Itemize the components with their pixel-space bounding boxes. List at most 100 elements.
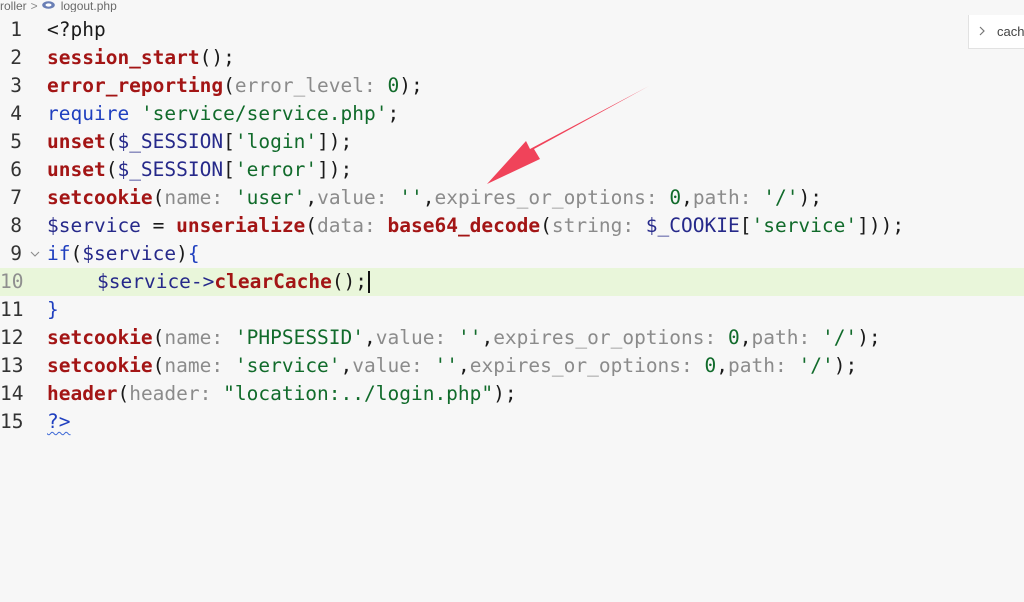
number-literal: 0 bbox=[669, 186, 682, 209]
string-literal: 'service/service.php' bbox=[140, 102, 388, 125]
punctuation: [ bbox=[739, 214, 752, 237]
parameter-hint: value: bbox=[352, 354, 435, 377]
number-literal: 0 bbox=[387, 74, 400, 97]
code-line[interactable]: 6 unset($_SESSION['error']); bbox=[0, 156, 1024, 184]
php-open-tag: <?php bbox=[47, 18, 106, 41]
code-text: unset($_SESSION['login']); bbox=[47, 128, 352, 156]
code-text: setcookie(name: 'user',value: '',expires… bbox=[47, 184, 822, 212]
string-literal: 'PHPSESSID' bbox=[234, 326, 365, 349]
code-line[interactable]: 3 error_reporting(error_level: 0); bbox=[0, 72, 1024, 100]
line-number: 5 bbox=[10, 130, 22, 153]
code-text: error_reporting(error_level: 0); bbox=[47, 72, 423, 100]
variable: $service bbox=[82, 242, 177, 265]
fold-arrow-icon[interactable] bbox=[29, 240, 41, 268]
line-number: 8 bbox=[10, 214, 22, 237]
punctuation: ); bbox=[798, 186, 822, 209]
parameter-hint: path: bbox=[751, 326, 822, 349]
function-name: session_start bbox=[47, 46, 200, 69]
line-number: 7 bbox=[10, 186, 22, 209]
punctuation: ( bbox=[152, 326, 165, 349]
punctuation: ( bbox=[223, 74, 235, 97]
code-line[interactable]: 12 setcookie(name: 'PHPSESSID',value: ''… bbox=[0, 324, 1024, 352]
line-number: 10 bbox=[0, 270, 24, 293]
function-name: setcookie bbox=[47, 186, 153, 209]
punctuation: ( bbox=[540, 214, 552, 237]
string-literal: '/' bbox=[821, 326, 858, 349]
string-literal: '/' bbox=[763, 186, 799, 209]
line-number: 12 bbox=[0, 326, 24, 349]
parameter-hint: header: bbox=[129, 382, 224, 405]
code-line[interactable]: 13 setcookie(name: 'service',value: '',e… bbox=[0, 352, 1024, 380]
parameter-hint: value: bbox=[317, 186, 400, 209]
code-text: require 'service/service.php'; bbox=[47, 100, 399, 128]
punctuation: ( bbox=[305, 214, 318, 237]
function-name: header bbox=[47, 382, 118, 405]
punctuation: ; bbox=[387, 102, 400, 125]
string-literal: '' bbox=[434, 354, 458, 377]
code-line[interactable]: 2 session_start(); bbox=[0, 44, 1024, 72]
string-literal: "location:../login.php" bbox=[223, 382, 494, 405]
string-literal: '' bbox=[399, 186, 423, 209]
code-text: setcookie(name: 'PHPSESSID',value: '',ex… bbox=[47, 324, 881, 352]
code-text: setcookie(name: 'service',value: '',expi… bbox=[47, 352, 857, 380]
variable: $_COOKIE bbox=[645, 214, 740, 237]
operator: -> bbox=[190, 270, 215, 293]
punctuation: , bbox=[364, 326, 376, 349]
punctuation: ( bbox=[152, 354, 165, 377]
code-line[interactable]: 15 ?> bbox=[0, 408, 1024, 436]
parameter-hint: data: bbox=[317, 214, 388, 237]
variable: $service bbox=[97, 270, 191, 293]
line-number: 9 bbox=[10, 242, 22, 265]
parameter-hint: name: bbox=[164, 186, 235, 209]
variable: $_SESSION bbox=[117, 158, 224, 181]
parameter-hint: expires_or_options: bbox=[469, 354, 705, 377]
variable: $service bbox=[47, 214, 141, 237]
punctuation: ) bbox=[176, 242, 188, 265]
code-line-current[interactable]: 10 $service->clearCache(); bbox=[0, 268, 1024, 296]
parameter-hint: path: bbox=[692, 186, 764, 209]
punctuation: , bbox=[739, 326, 752, 349]
breadcrumb-file[interactable]: logout.php bbox=[61, 0, 117, 12]
punctuation: , bbox=[422, 186, 435, 209]
number-literal: 0 bbox=[704, 354, 717, 377]
code-editor[interactable]: 1 <?php 2 session_start(); 3 error_repor… bbox=[0, 16, 1024, 436]
code-line[interactable]: 14 header(header: "location:../login.php… bbox=[0, 380, 1024, 408]
code-line[interactable]: 11 } bbox=[0, 296, 1024, 324]
php-file-icon bbox=[41, 0, 55, 9]
string-literal: 'error' bbox=[234, 158, 318, 181]
function-name: setcookie bbox=[47, 354, 153, 377]
function-name: base64_decode bbox=[387, 214, 541, 237]
punctuation: ); bbox=[833, 354, 858, 377]
line-number: 6 bbox=[10, 158, 22, 181]
code-line[interactable]: 8 $service = unserialize(data: base64_de… bbox=[0, 212, 1024, 240]
punctuation: , bbox=[340, 354, 353, 377]
breadcrumb-separator: > bbox=[30, 0, 38, 12]
code-line[interactable]: 1 <?php bbox=[0, 16, 1024, 44]
parameter-hint: name: bbox=[164, 326, 235, 349]
code-line[interactable]: 5 unset($_SESSION['login']); bbox=[0, 128, 1024, 156]
punctuation: , bbox=[481, 326, 494, 349]
code-line[interactable]: 4 require 'service/service.php'; bbox=[0, 100, 1024, 128]
punctuation: (); bbox=[199, 46, 235, 69]
line-number: 11 bbox=[0, 298, 24, 321]
code-line[interactable]: 7 setcookie(name: 'user',value: '',expir… bbox=[0, 184, 1024, 212]
line-number: 14 bbox=[0, 382, 24, 405]
function-name: unserialize bbox=[176, 214, 306, 237]
line-number: 13 bbox=[0, 354, 24, 377]
code-text: header(header: "location:../login.php"); bbox=[47, 380, 517, 408]
punctuation: ( bbox=[152, 186, 165, 209]
punctuation: ( bbox=[105, 130, 118, 153]
function-name: setcookie bbox=[47, 326, 153, 349]
breadcrumb-parent[interactable]: roller bbox=[0, 0, 27, 12]
breadcrumb: roller > logout.php bbox=[0, 0, 300, 12]
parameter-hint: error_level: bbox=[234, 74, 388, 97]
code-text: $service = unserialize(data: base64_deco… bbox=[47, 212, 904, 240]
code-text: unset($_SESSION['error']); bbox=[47, 156, 352, 184]
punctuation: , bbox=[457, 354, 470, 377]
punctuation: [ bbox=[223, 130, 235, 153]
string-literal: 'service' bbox=[234, 354, 341, 377]
parameter-hint: expires_or_options: bbox=[493, 326, 728, 349]
operator: = bbox=[140, 214, 177, 237]
code-line[interactable]: 9 if($service){ bbox=[0, 240, 1024, 268]
